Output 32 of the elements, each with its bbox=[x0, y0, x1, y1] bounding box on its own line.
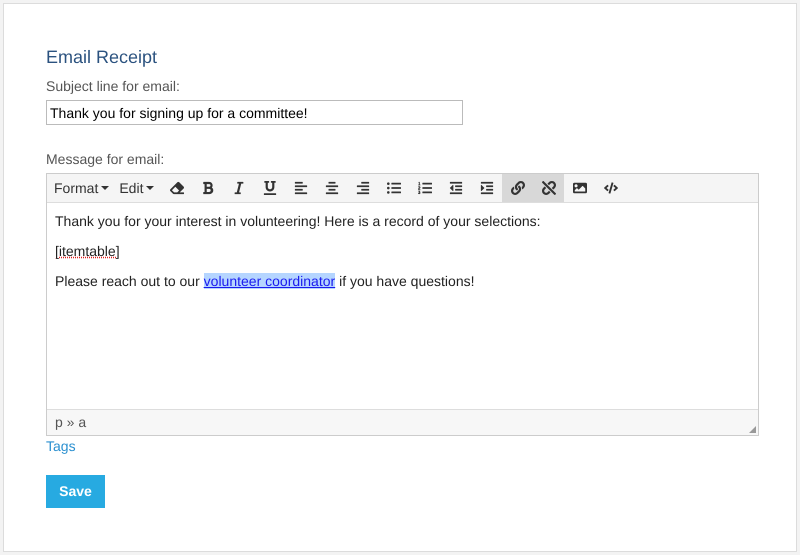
toolbar-button[interactable] bbox=[533, 174, 564, 202]
link-icon bbox=[510, 181, 525, 195]
resize-handle-icon bbox=[748, 425, 757, 434]
paragraph: [itemtable] bbox=[55, 242, 120, 260]
indent-icon bbox=[480, 181, 494, 195]
outdent-icon bbox=[448, 181, 463, 195]
toolbar-button[interactable] bbox=[502, 174, 534, 202]
bullet-list-icon bbox=[386, 181, 401, 195]
eraser-icon bbox=[170, 181, 184, 195]
align-left-icon bbox=[294, 181, 308, 195]
paragraph: Thank you for your interest in volunteering! Here is a record of your selections: bbox=[55, 212, 542, 230]
link[interactable]: volunteer coordinator bbox=[204, 273, 336, 289]
italic-icon bbox=[232, 181, 246, 195]
caret-icon bbox=[146, 186, 154, 190]
numbered-list-icon bbox=[418, 181, 432, 195]
paragraph: Please reach out to our volunteer coordinator if you have questions! bbox=[55, 272, 476, 290]
section-title: Email Receipt bbox=[46, 46, 158, 68]
underline-icon bbox=[262, 181, 277, 195]
align-center-icon bbox=[324, 181, 339, 195]
caret-icon bbox=[101, 186, 110, 190]
unlink-icon bbox=[542, 181, 556, 195]
bold-icon bbox=[200, 181, 215, 195]
menu-button[interactable]: Format bbox=[51, 174, 112, 202]
element-path: p » a bbox=[55, 413, 86, 432]
code-icon bbox=[604, 181, 618, 195]
tags-link[interactable]: Tags bbox=[46, 437, 76, 455]
image-icon bbox=[572, 181, 587, 195]
field-label: Subject line for email: bbox=[46, 77, 180, 95]
field-label: Message for email: bbox=[46, 150, 164, 168]
menu-button[interactable]: Edit bbox=[116, 174, 158, 202]
subject-field[interactable]: Thank you for signing up for a committee! bbox=[46, 100, 463, 125]
align-right-icon bbox=[356, 181, 370, 195]
